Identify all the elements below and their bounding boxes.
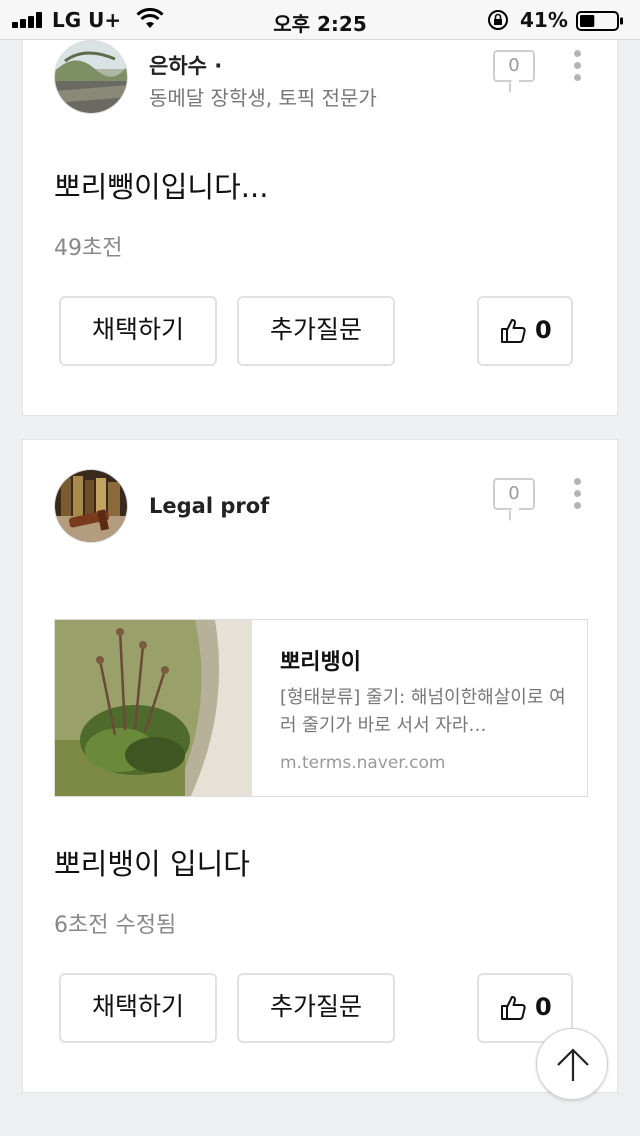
author-name[interactable]: 은하수 · [149, 50, 222, 80]
followup-question-button[interactable]: 추가질문 [237, 296, 395, 366]
answer-card: Legal prof 0 뽀리뱅이 [형태분류] 줄기: 해넘이한해살이로 여러… [22, 439, 618, 1093]
link-preview-card[interactable]: 뽀리뱅이 [형태분류] 줄기: 해넘이한해살이로 여러 줄기가 바로 서서 자라… [54, 619, 588, 797]
link-description: [형태분류] 줄기: 해넘이한해살이로 여러 줄기가 바로 서서 자라… [280, 687, 566, 736]
arrow-up-icon [557, 1048, 589, 1081]
comment-bubble-icon[interactable]: 0 [493, 50, 535, 94]
like-count: 0 [535, 316, 552, 344]
answer-time: 49초전 [54, 236, 123, 261]
followup-question-button[interactable]: 추가질문 [237, 973, 395, 1043]
scroll-to-top-button[interactable] [536, 1028, 608, 1100]
answer-time: 6초전 수정됨 [54, 913, 177, 938]
author-name[interactable]: Legal prof [149, 494, 269, 518]
thumbs-up-icon [501, 996, 526, 1020]
battery-percent: 41% [520, 8, 568, 32]
like-count: 0 [535, 993, 552, 1021]
adopt-button[interactable]: 채택하기 [59, 296, 217, 366]
battery-icon [576, 11, 623, 31]
avatar[interactable] [54, 469, 128, 543]
author-rank: 동메달 장학생, 토픽 전문가 [149, 86, 377, 110]
answer-text: 뽀리뺑이입니다... [54, 170, 269, 204]
avatar[interactable] [54, 40, 128, 114]
thumbs-up-icon [501, 319, 526, 343]
link-domain: m.terms.naver.com [280, 753, 446, 773]
like-button[interactable]: 0 [477, 296, 573, 366]
more-vertical-icon[interactable] [571, 50, 583, 84]
comment-bubble-icon[interactable]: 0 [493, 478, 535, 522]
link-title: 뽀리뱅이 [280, 650, 361, 675]
answer-text: 뽀리뱅이 입니다 [54, 847, 250, 881]
status-bar: LG U+ 오후 2:25 41% [0, 0, 640, 40]
rotation-lock-icon [488, 10, 508, 30]
adopt-button[interactable]: 채택하기 [59, 973, 217, 1043]
answer-card: 은하수 · 동메달 장학생, 토픽 전문가 0 뽀리뺑이입니다... 49초전 … [22, 22, 618, 416]
more-vertical-icon[interactable] [571, 478, 583, 512]
plant-thumbnail-image [55, 620, 252, 796]
